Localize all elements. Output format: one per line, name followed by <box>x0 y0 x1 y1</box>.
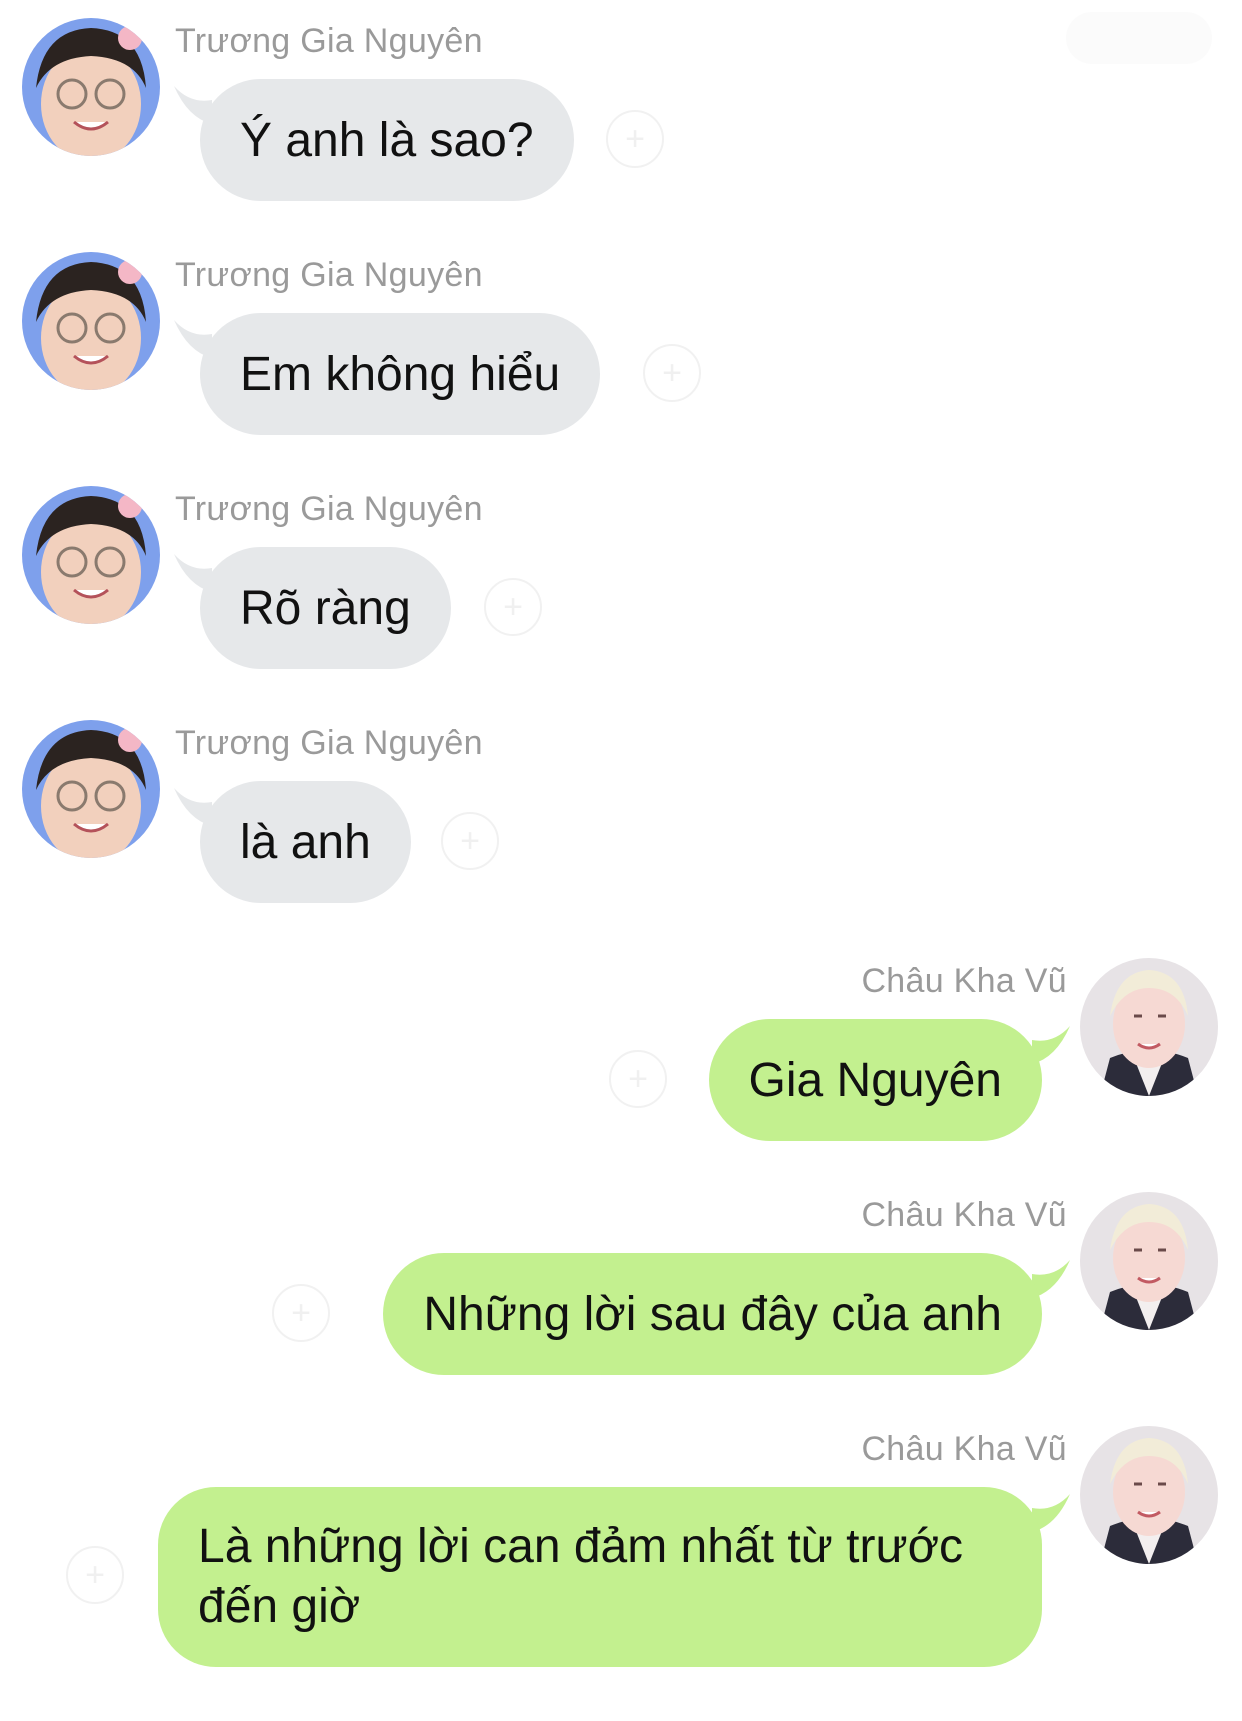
avatar[interactable] <box>22 720 160 858</box>
plus-circle-icon[interactable]: + <box>272 1284 330 1342</box>
plus-circle-icon[interactable]: + <box>66 1546 124 1604</box>
message-bubble[interactable]: Em không hiểu <box>200 313 601 435</box>
sender-name: Châu Kha Vũ <box>861 1196 1067 1234</box>
message-bubble[interactable]: Là những lời can đảm nhất từ trước đến g… <box>158 1487 1042 1667</box>
message-bubble[interactable]: là anh <box>200 781 411 903</box>
plus-circle-icon[interactable]: + <box>441 812 499 870</box>
plus-circle-icon[interactable]: + <box>484 578 542 636</box>
sender-name: Châu Kha Vũ <box>861 1430 1067 1468</box>
plus-circle-icon[interactable]: + <box>609 1050 667 1108</box>
avatar[interactable] <box>22 252 160 390</box>
top-overlay-pill <box>1066 12 1212 64</box>
message-bubble[interactable]: Gia Nguyên <box>708 1019 1042 1141</box>
plus-circle-icon[interactable]: + <box>606 110 664 168</box>
message-bubble[interactable]: Rõ ràng <box>200 547 451 669</box>
avatar[interactable] <box>1080 1192 1218 1330</box>
sender-name: Châu Kha Vũ <box>861 962 1067 1000</box>
sender-name: Trương Gia Nguyên <box>175 22 483 60</box>
plus-circle-icon[interactable]: + <box>643 344 701 402</box>
avatar[interactable] <box>1080 958 1218 1096</box>
message-bubble[interactable]: Những lời sau đây của anh <box>383 1253 1042 1375</box>
avatar[interactable] <box>22 18 160 156</box>
sender-name: Trương Gia Nguyên <box>175 724 483 762</box>
sender-name: Trương Gia Nguyên <box>175 256 483 294</box>
avatar[interactable] <box>22 486 160 624</box>
sender-name: Trương Gia Nguyên <box>175 490 483 528</box>
message-bubble[interactable]: Ý anh là sao? <box>200 79 574 201</box>
avatar[interactable] <box>1080 1426 1218 1564</box>
